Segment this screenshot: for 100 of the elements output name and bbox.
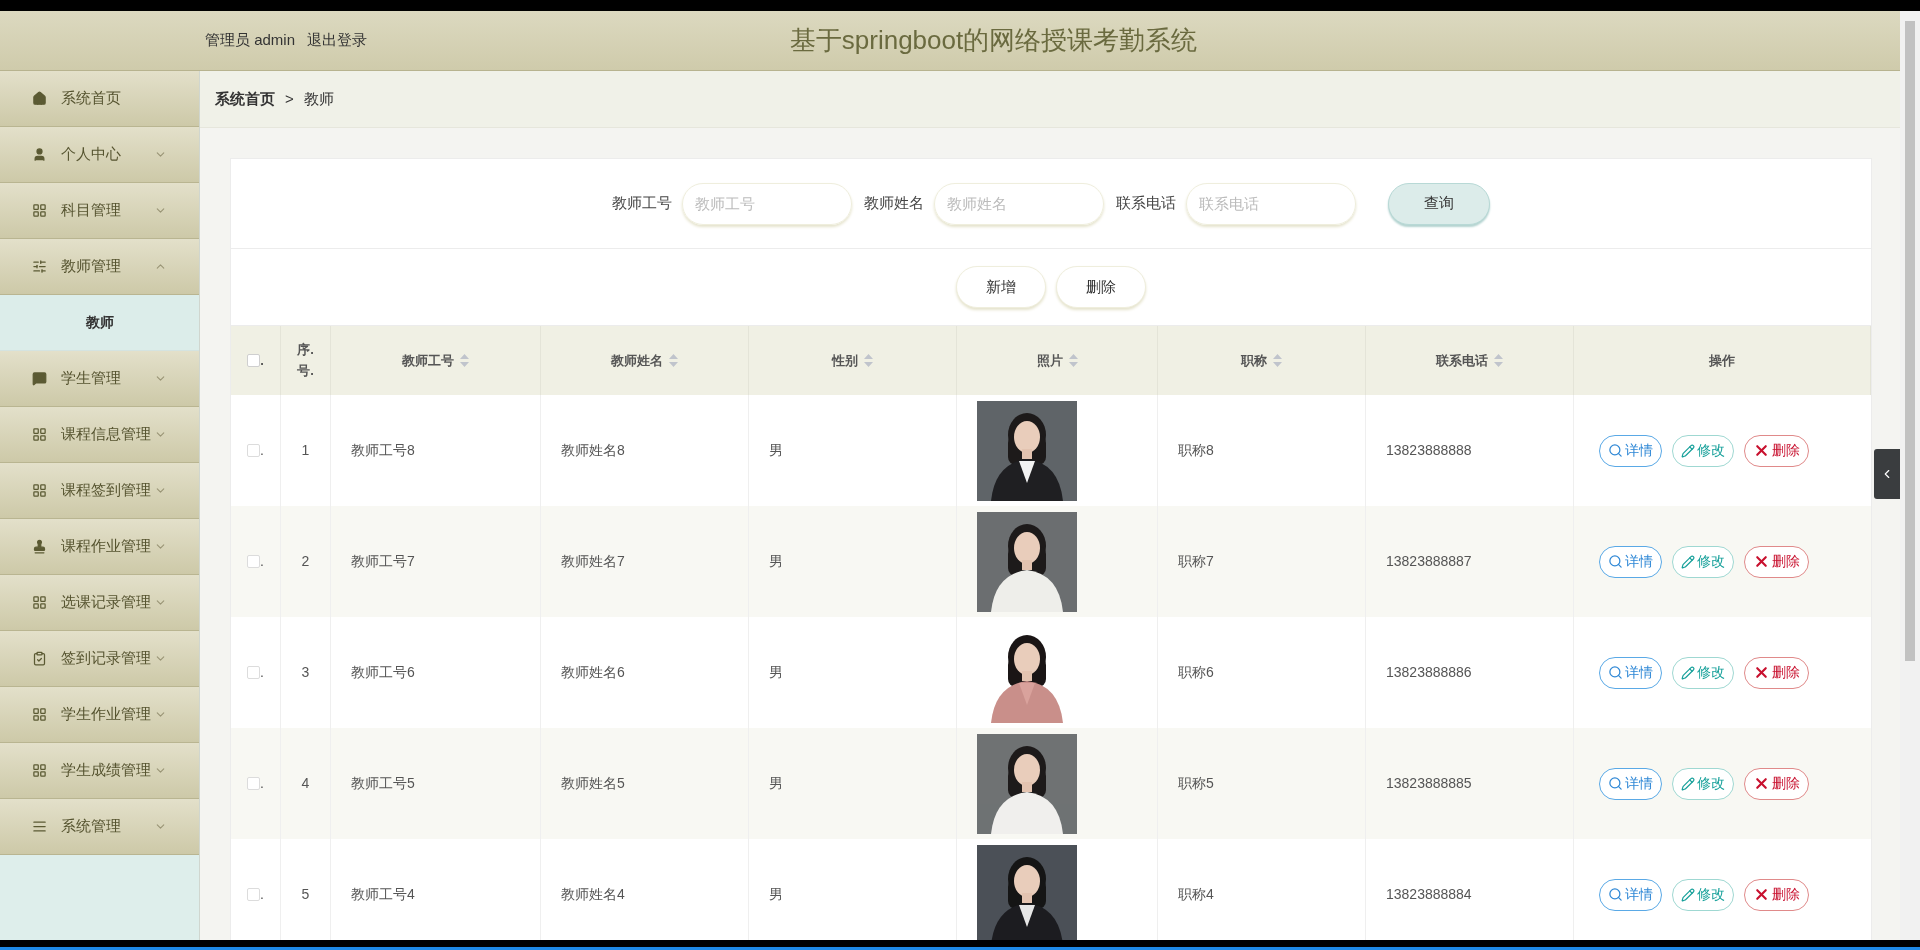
sidebar-item[interactable]: 学生作业管理 [0,687,199,743]
scrollbar-thumb[interactable] [1905,21,1915,661]
sort-icon[interactable] [669,354,678,367]
sidebar-item[interactable]: 科目管理 [0,183,199,239]
table-cell-text: 13823888884 [1386,885,1472,904]
column-header[interactable]: 职称 [1241,350,1267,371]
row-checkbox[interactable] [247,666,261,679]
row-checkbox[interactable] [247,888,261,901]
edit-button[interactable]: 修改 [1672,767,1734,800]
column-header: 序.号. [296,340,315,380]
table-cell-text: 男 [769,774,783,793]
table-cell-text: 13823888887 [1386,552,1472,571]
header-checkbox[interactable] [247,354,261,367]
query-button[interactable]: 查询 [1388,182,1490,225]
search-field[interactable]: 教师姓名 [934,182,1104,225]
search-icon [1608,665,1623,680]
checkbox-mark: . [260,351,264,370]
table-cell-text: 教师姓名6 [561,663,625,682]
close-icon [1753,442,1770,459]
delete-button[interactable]: 删除 [1744,767,1809,800]
delete-button[interactable]: 删除 [1744,656,1809,689]
pencil-icon [1681,554,1695,569]
detail-button[interactable]: 详情 [1599,545,1662,578]
table-cell-text: 教师工号8 [351,441,415,460]
table-cell-text: 教师工号7 [351,552,415,571]
close-icon [1753,775,1770,792]
sidebar-item[interactable]: 选课记录管理 [0,575,199,631]
table-cell-text: 教师工号5 [351,774,415,793]
search-icon [1608,887,1623,902]
detail-button[interactable]: 详情 [1599,878,1662,911]
edit-button[interactable]: 修改 [1672,434,1734,467]
delete-button[interactable]: 删除 [1744,878,1809,911]
pencil-icon [1681,443,1695,458]
pencil-icon [1681,776,1695,791]
field-label: 教师工号 [612,193,672,214]
column-header[interactable]: 联系电话 [1436,350,1488,371]
edit-button[interactable]: 修改 [1672,878,1734,911]
row-checkbox[interactable] [247,444,261,457]
table-cell-text: 1 [301,441,310,460]
sidebar-item[interactable]: 学生成绩管理 [0,743,199,799]
sidebar-item[interactable]: 签到记录管理 [0,631,199,687]
row-checkbox[interactable] [247,555,261,568]
side-tab[interactable] [1874,449,1900,499]
grid-icon [32,707,47,722]
delete-button[interactable]: 删除 [1744,434,1809,467]
sort-icon[interactable] [1494,354,1503,367]
sidebar-item[interactable]: 课程签到管理 [0,463,199,519]
grid-icon [32,595,47,610]
table-cell-text: 职称5 [1178,774,1214,793]
column-header[interactable]: 教师工号 [402,350,454,371]
search-icon [1608,776,1623,791]
row-checkbox[interactable] [247,777,261,790]
grid-icon [32,763,47,778]
add-button[interactable]: 新增 [956,266,1046,308]
grid-icon [32,203,47,218]
sidebar-item[interactable]: 课程信息管理 [0,407,199,463]
close-icon [1753,886,1770,903]
sidebar-item[interactable]: 个人中心 [0,127,199,183]
sidebar-item[interactable]: 系统管理 [0,799,199,855]
detail-button[interactable]: 详情 [1599,434,1662,467]
table-cell-text: 教师姓名8 [561,441,625,460]
breadcrumb-link[interactable]: 系统首页 [215,87,275,111]
home-icon [32,91,47,106]
checkbox-mark: . [260,774,264,793]
sort-icon[interactable] [864,354,873,367]
delete-button[interactable]: 删除 [1744,545,1809,578]
sidebar-item[interactable]: 系统首页 [0,71,199,127]
sort-icon[interactable] [1068,354,1078,367]
breadcrumb-current: 教师 [303,88,334,109]
edit-button[interactable]: 修改 [1672,656,1734,689]
table-cell-text: 13823888886 [1386,663,1472,682]
detail-button[interactable]: 详情 [1599,656,1662,689]
search-field[interactable]: 联系电话 [1186,182,1356,225]
sliders-icon [32,259,47,274]
column-header[interactable]: 照片 [1036,350,1063,371]
table-cell-text: 职称7 [1178,552,1214,571]
field-label: 教师姓名 [864,193,924,214]
checkbox-mark: . [260,885,264,904]
column-header[interactable]: 性别 [832,350,858,371]
stamp-icon [32,539,47,554]
table-cell-text: 男 [769,441,783,460]
edit-button[interactable]: 修改 [1672,545,1734,578]
detail-button[interactable]: 详情 [1599,767,1662,800]
logout-link[interactable]: 退出登录 [307,29,368,52]
sidebar-item[interactable]: 学生管理 [0,351,199,407]
table-cell-text: 职称8 [1178,441,1214,460]
delete-button[interactable]: 删除 [1056,266,1146,308]
sort-icon[interactable] [1273,354,1282,367]
grid-icon [32,483,47,498]
checkbox-mark: . [260,441,264,460]
column-header[interactable]: 教师姓名 [611,350,663,371]
sidebar-item[interactable]: 教师管理 [0,239,199,295]
search-field[interactable]: 教师工号 [682,182,852,225]
table-cell-text: 教师姓名7 [561,552,625,571]
sort-icon[interactable] [460,354,469,367]
column-header: 操作 [1709,351,1735,370]
grid-icon [32,427,47,442]
sidebar-item[interactable]: 课程作业管理 [0,519,199,575]
clipboard-check-icon [32,651,47,666]
pencil-icon [1681,887,1695,902]
